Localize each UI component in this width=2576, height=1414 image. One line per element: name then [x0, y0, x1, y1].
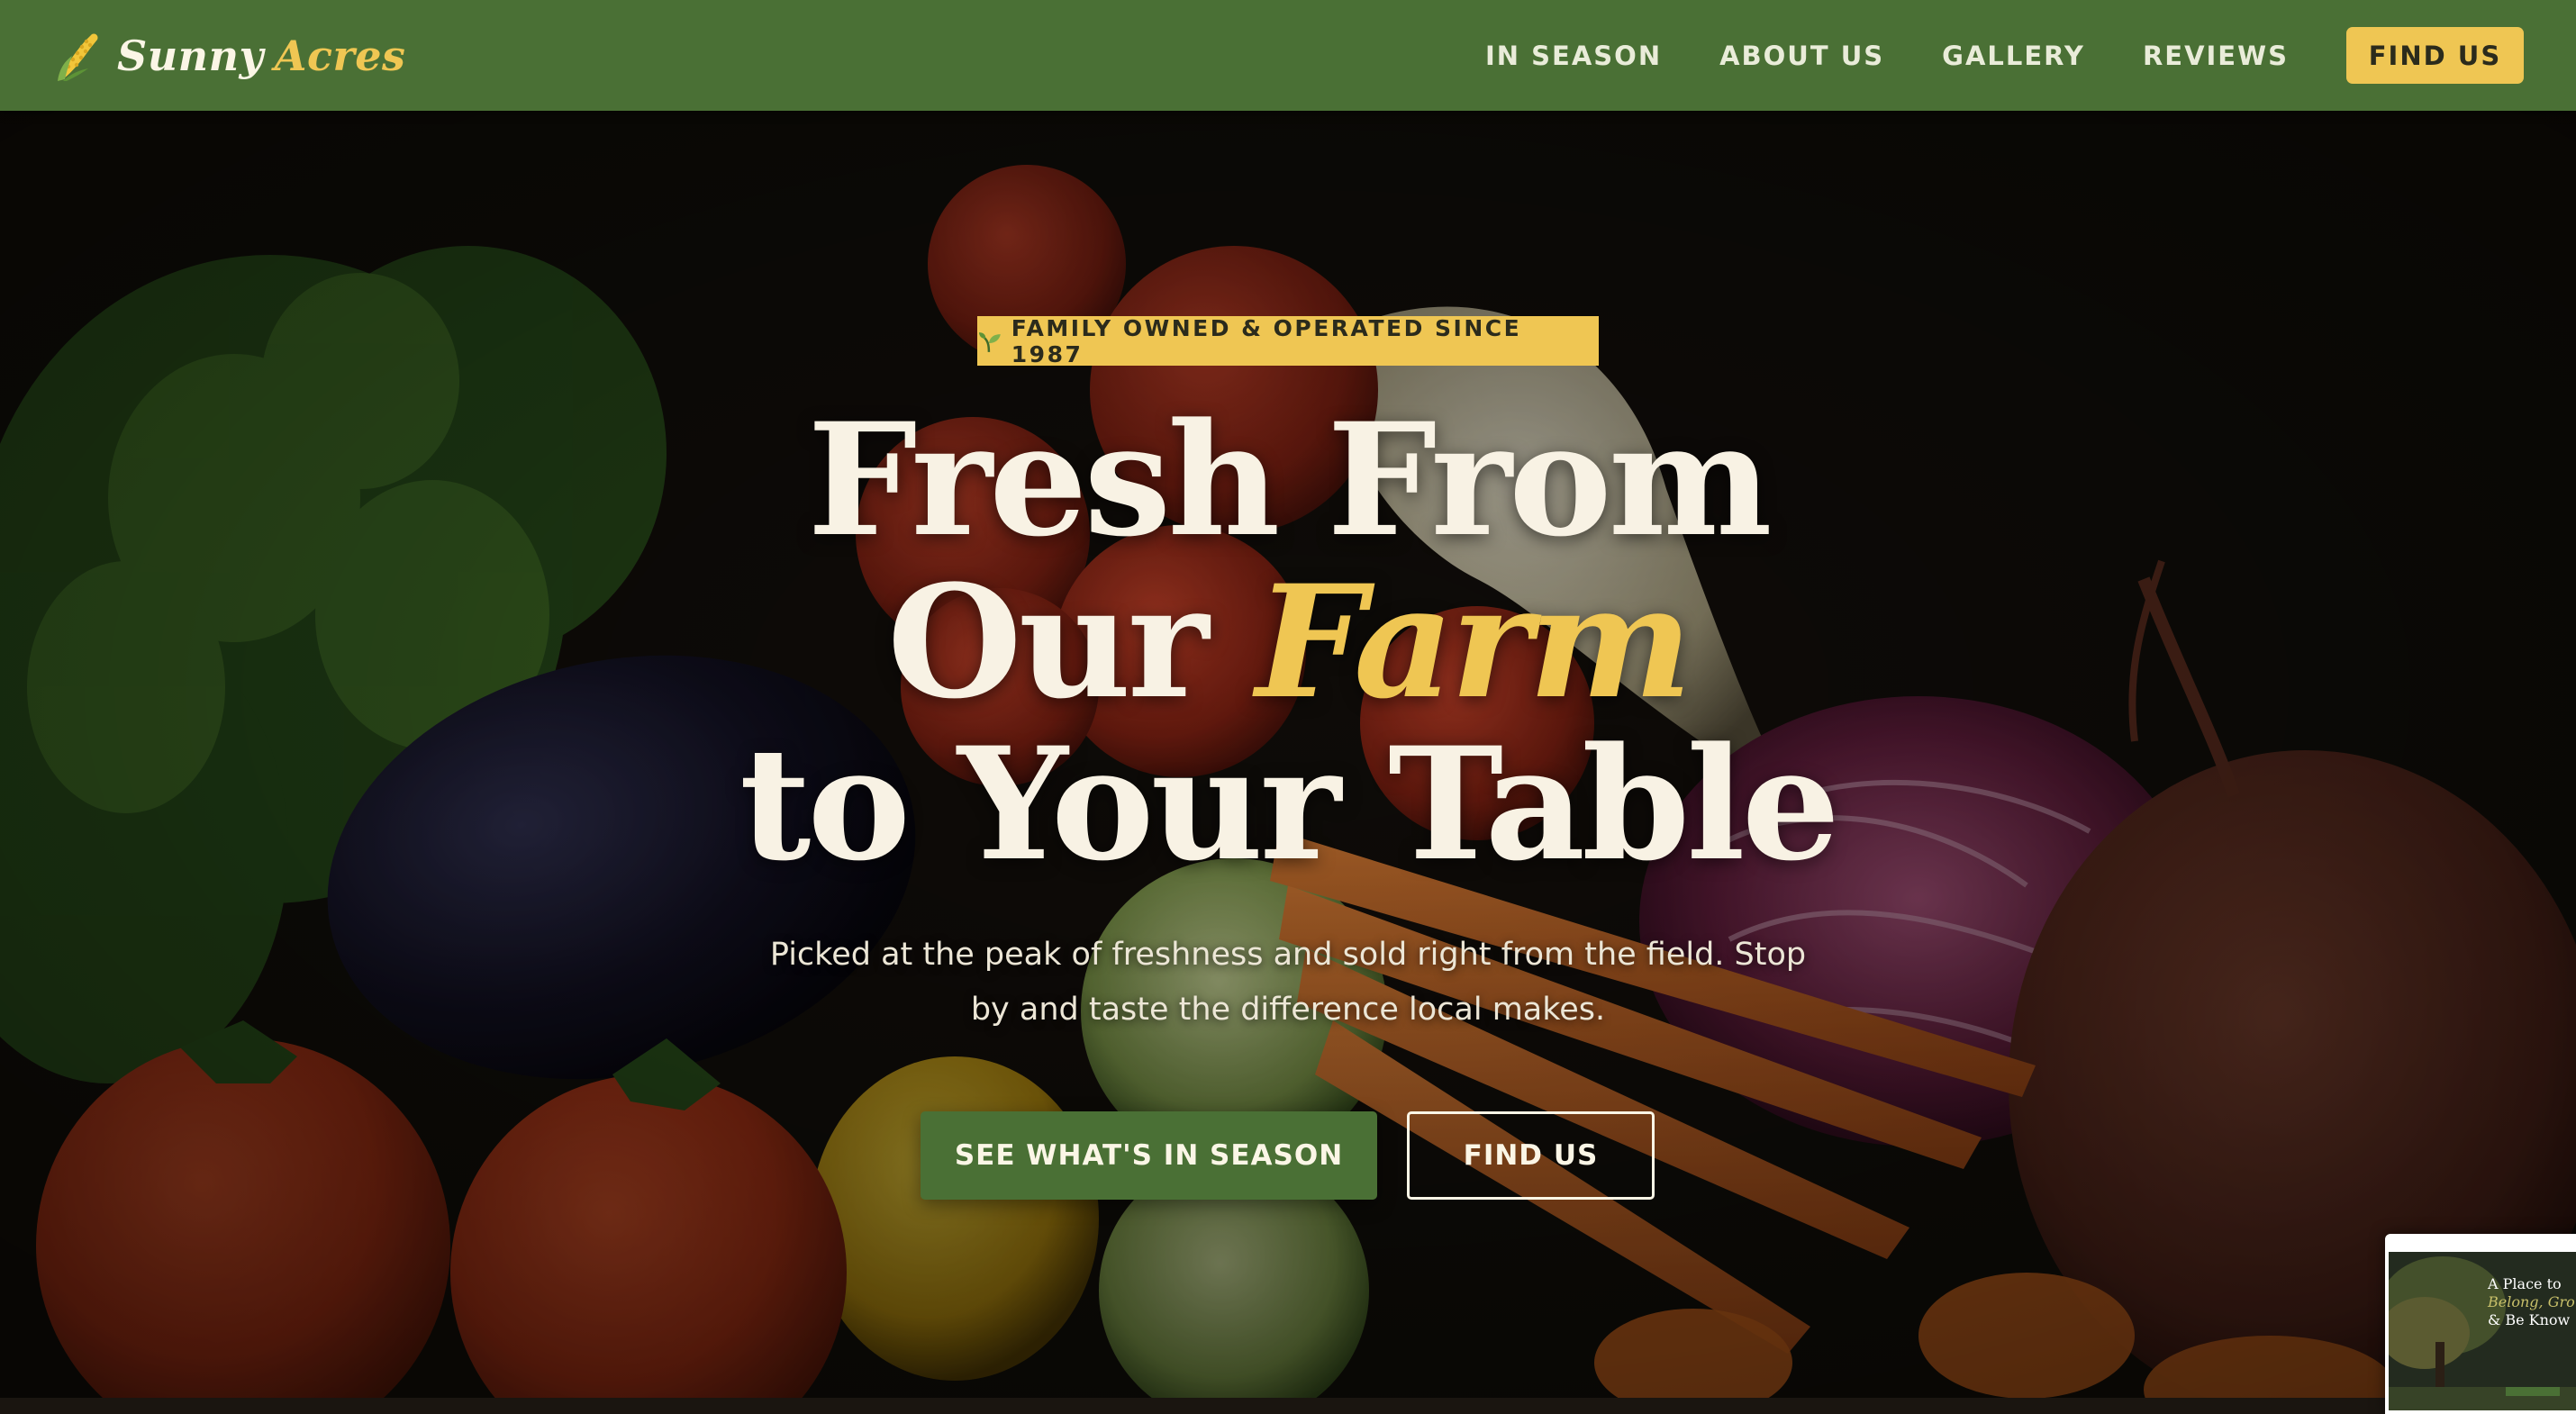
thumbnail-line-3: & Be Know [2488, 1311, 2571, 1328]
thumbnail-line-2: Belong, Gro [2488, 1293, 2575, 1310]
brand-logo[interactable]: Sunny Acres [54, 29, 405, 83]
thumbnail-line-1: A Place to [2488, 1275, 2562, 1292]
see-whats-in-season-button[interactable]: SEE WHAT'S IN SEASON [921, 1111, 1377, 1200]
headline-accent-word: Farm [1256, 550, 1692, 733]
brand-name-part2: Acres [274, 31, 406, 80]
thumbnail-heading: A Place to Belong, Gro & Be Know [2488, 1275, 2576, 1329]
brand-name: Sunny Acres [117, 32, 405, 80]
headline-line-2-text: Our [886, 550, 1209, 733]
hero-badge: FAMILY OWNED & OPERATED SINCE 1987 [977, 314, 1599, 367]
headline-line-3: to Your Table [739, 712, 1840, 895]
nav-links: IN SEASON ABOUT US GALLERY REVIEWS FIND … [1485, 27, 2524, 84]
nav-link-in-season[interactable]: IN SEASON [1485, 41, 1662, 71]
hero-subtext: Picked at the peak of freshness and sold… [769, 937, 1807, 1028]
thumbnail-nav-bar [2389, 1237, 2576, 1253]
nav-link-reviews[interactable]: REVIEWS [2143, 41, 2289, 71]
corn-icon [58, 32, 98, 81]
nav-link-gallery[interactable]: GALLERY [1942, 41, 2085, 71]
nav-find-us-button[interactable]: FIND US [2346, 27, 2524, 84]
brand-name-part1: Sunny [117, 31, 264, 80]
hero-badge-text: FAMILY OWNED & OPERATED SINCE 1987 [1011, 314, 1522, 367]
hero-section: FAMILY OWNED & OPERATED SINCE 1987 Fresh… [0, 111, 2576, 1398]
headline-line-1: Fresh From [807, 388, 1772, 571]
hero-headline: Fresh From Our Farm to Your Table [0, 399, 2576, 885]
site-preview-thumbnail[interactable]: A Place to Belong, Gro & Be Know [2385, 1234, 2576, 1414]
sprout-icon [978, 331, 1001, 352]
top-navbar: Sunny Acres IN SEASON ABOUT US GALLERY RE… [0, 0, 2576, 111]
hero-find-us-button[interactable]: FIND US [1407, 1111, 1655, 1200]
nav-link-about-us[interactable]: ABOUT US [1719, 41, 1884, 71]
headline-line-2: Our Farm [0, 561, 2576, 723]
